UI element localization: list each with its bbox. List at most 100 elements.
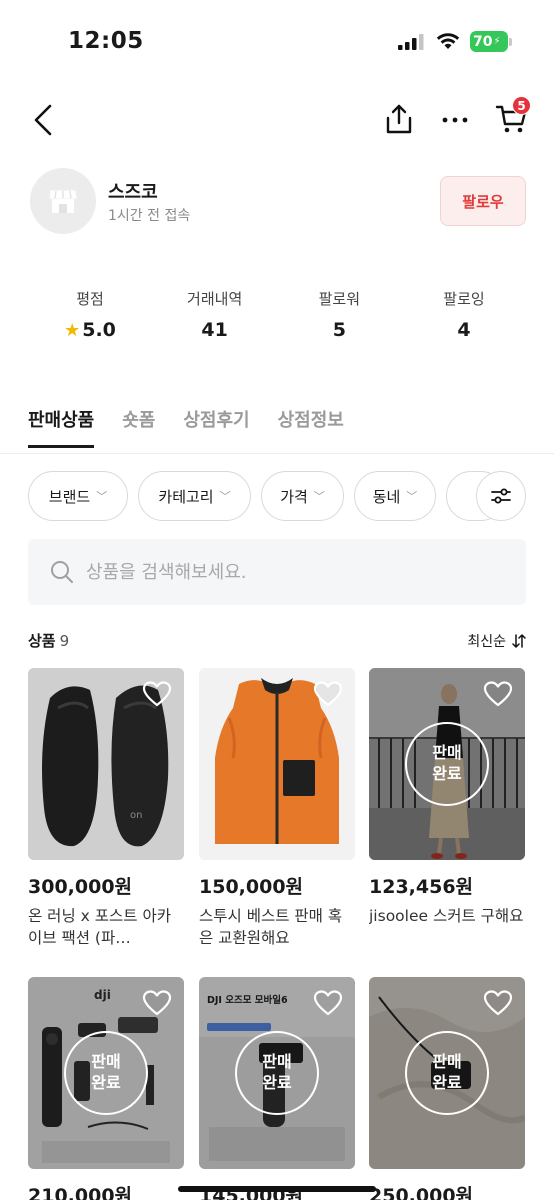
shop-avatar[interactable]: [30, 168, 96, 234]
store-icon: [49, 190, 77, 213]
sort-icon: [512, 633, 526, 648]
stat-label: 평점: [76, 290, 104, 308]
product-card[interactable]: 판매 완료 123,456원 jisoolee 스커트 구해요: [369, 668, 525, 927]
product-card[interactable]: 150,000원 스투시 베스트 판매 혹은 교환원해요: [199, 668, 355, 950]
top-nav: 5: [0, 90, 554, 150]
sort-button[interactable]: 최신순: [467, 631, 526, 651]
filter-settings-button[interactable]: [476, 471, 526, 521]
products-title: 상품: [28, 632, 56, 650]
product-title: 스투시 베스트 판매 혹은 교환원해요: [199, 907, 343, 948]
product-image[interactable]: 판매 완료: [369, 668, 525, 860]
shop-stats: 평점 ★ 5.0 거래내역 41 팔로워 5 팔로잉 4: [28, 288, 526, 341]
signal-icon: [398, 34, 424, 50]
stat-value: 5: [332, 319, 346, 341]
battery-tip: [509, 38, 512, 46]
heart-icon[interactable]: [142, 680, 172, 708]
heart-icon[interactable]: [313, 989, 343, 1017]
tab-reviews[interactable]: 상점후기: [183, 406, 249, 448]
stat-followers[interactable]: 팔로워 5: [277, 288, 401, 341]
tab-shortform[interactable]: 숏폼: [122, 406, 155, 448]
sold-badge: 판매 완료: [405, 722, 489, 806]
sold-label-line2: 완료: [262, 1073, 292, 1092]
sliders-icon: [491, 488, 511, 504]
search-icon: [51, 561, 73, 583]
star-icon: ★: [64, 319, 81, 341]
product-card[interactable]: DJI 오즈모 모바일6 판매 완료 145,000원: [199, 977, 355, 1200]
shop-name: 스즈코: [108, 182, 158, 203]
sold-badge: 판매 완료: [405, 1031, 489, 1115]
tab-products[interactable]: 판매상품: [28, 406, 95, 448]
product-card[interactable]: dji 판매 완료 210,000원: [28, 977, 184, 1200]
product-image[interactable]: [199, 668, 355, 860]
sold-label-line1: 판매: [432, 1052, 462, 1072]
product-image[interactable]: 판매 완료: [369, 977, 525, 1169]
filter-label: 카테고리: [158, 487, 214, 506]
filter-brand[interactable]: 브랜드 ﹀: [28, 471, 128, 521]
product-image[interactable]: dji 판매 완료: [28, 977, 184, 1169]
sold-label-line1: 판매: [432, 743, 462, 763]
follow-button[interactable]: 팔로우: [440, 176, 526, 226]
filter-label: 가격: [280, 487, 308, 506]
products-count: 9: [59, 632, 70, 650]
back-icon[interactable]: [26, 100, 62, 140]
status-bar: 12:05 70 ⚡: [0, 0, 554, 80]
product-card[interactable]: 판매 완료 250,000원: [369, 977, 525, 1200]
sold-label-line1: 판매: [262, 1052, 292, 1072]
stat-label: 거래내역: [187, 290, 243, 308]
product-price: 300,000원: [28, 876, 133, 898]
chevron-down-icon: ﹀: [96, 490, 108, 503]
tab-shop-info[interactable]: 상점정보: [278, 406, 344, 448]
product-image[interactable]: on: [28, 668, 184, 860]
tabs-divider: [0, 453, 554, 454]
sold-label-line1: 판매: [91, 1052, 121, 1072]
heart-icon[interactable]: [142, 989, 172, 1017]
stat-transactions[interactable]: 거래내역 41: [153, 288, 277, 341]
filter-chips: 브랜드 ﹀ 카테고리 ﹀ 가격 ﹀ 동네 ﹀: [28, 471, 526, 521]
product-price: 123,456원: [369, 876, 474, 898]
filter-price[interactable]: 가격 ﹀: [261, 471, 344, 521]
last-seen-text: 1시간 전 접속: [108, 208, 191, 224]
stat-following[interactable]: 팔로잉 4: [402, 288, 526, 341]
shop-tabs: 판매상품 숏폼 상점후기 상점정보: [28, 406, 344, 448]
sold-label-line2: 완료: [432, 764, 462, 783]
chevron-down-icon: ﹀: [219, 490, 231, 503]
sold-badge: 판매 완료: [64, 1031, 148, 1115]
cart-count-badge: 5: [512, 96, 531, 115]
stat-rating[interactable]: 평점 ★ 5.0: [28, 288, 152, 341]
sold-label-line2: 완료: [432, 1073, 462, 1092]
home-indicator: [178, 1186, 376, 1192]
stat-value-wrap: ★ 5.0: [28, 319, 152, 341]
product-search-bar: [28, 539, 526, 605]
heart-icon[interactable]: [483, 989, 513, 1017]
product-card[interactable]: on 300,000원 온 러닝 x 포스트 아카이브 팩션 (파…: [28, 668, 184, 950]
heart-icon[interactable]: [483, 680, 513, 708]
product-image[interactable]: DJI 오즈모 모바일6 판매 완료: [199, 977, 355, 1169]
filter-label: 동네: [372, 487, 401, 506]
filter-label: 브랜드: [48, 487, 91, 506]
chevron-down-icon: ﹀: [406, 490, 418, 503]
charging-icon: ⚡: [493, 36, 501, 47]
stat-value: 4: [457, 319, 471, 341]
battery-indicator: 70 ⚡: [470, 31, 508, 52]
sort-label: 최신순: [467, 633, 506, 650]
stat-value: 41: [201, 319, 228, 341]
share-icon[interactable]: [382, 102, 416, 136]
sold-label-line2: 완료: [91, 1073, 121, 1092]
products-title-wrap: 상품 9: [28, 630, 69, 651]
product-price: 150,000원: [199, 876, 304, 898]
product-price: 250,000원: [369, 1185, 474, 1200]
battery-level: 70: [473, 33, 493, 50]
wifi-icon: [436, 33, 460, 49]
filter-neighborhood[interactable]: 동네 ﹀: [354, 471, 436, 521]
product-price: 210,000원: [28, 1185, 133, 1200]
filter-category[interactable]: 카테고리 ﹀: [138, 471, 251, 521]
more-icon[interactable]: [438, 102, 472, 136]
heart-icon[interactable]: [313, 680, 343, 708]
svg-text:on: on: [130, 810, 142, 821]
sold-badge: 판매 완료: [235, 1031, 319, 1115]
status-time: 12:05: [68, 28, 144, 54]
products-header: 상품 9 최신순: [28, 630, 526, 651]
stat-label: 팔로잉: [443, 290, 485, 308]
product-search-input[interactable]: [86, 561, 486, 583]
stat-value: 5.0: [82, 319, 116, 341]
